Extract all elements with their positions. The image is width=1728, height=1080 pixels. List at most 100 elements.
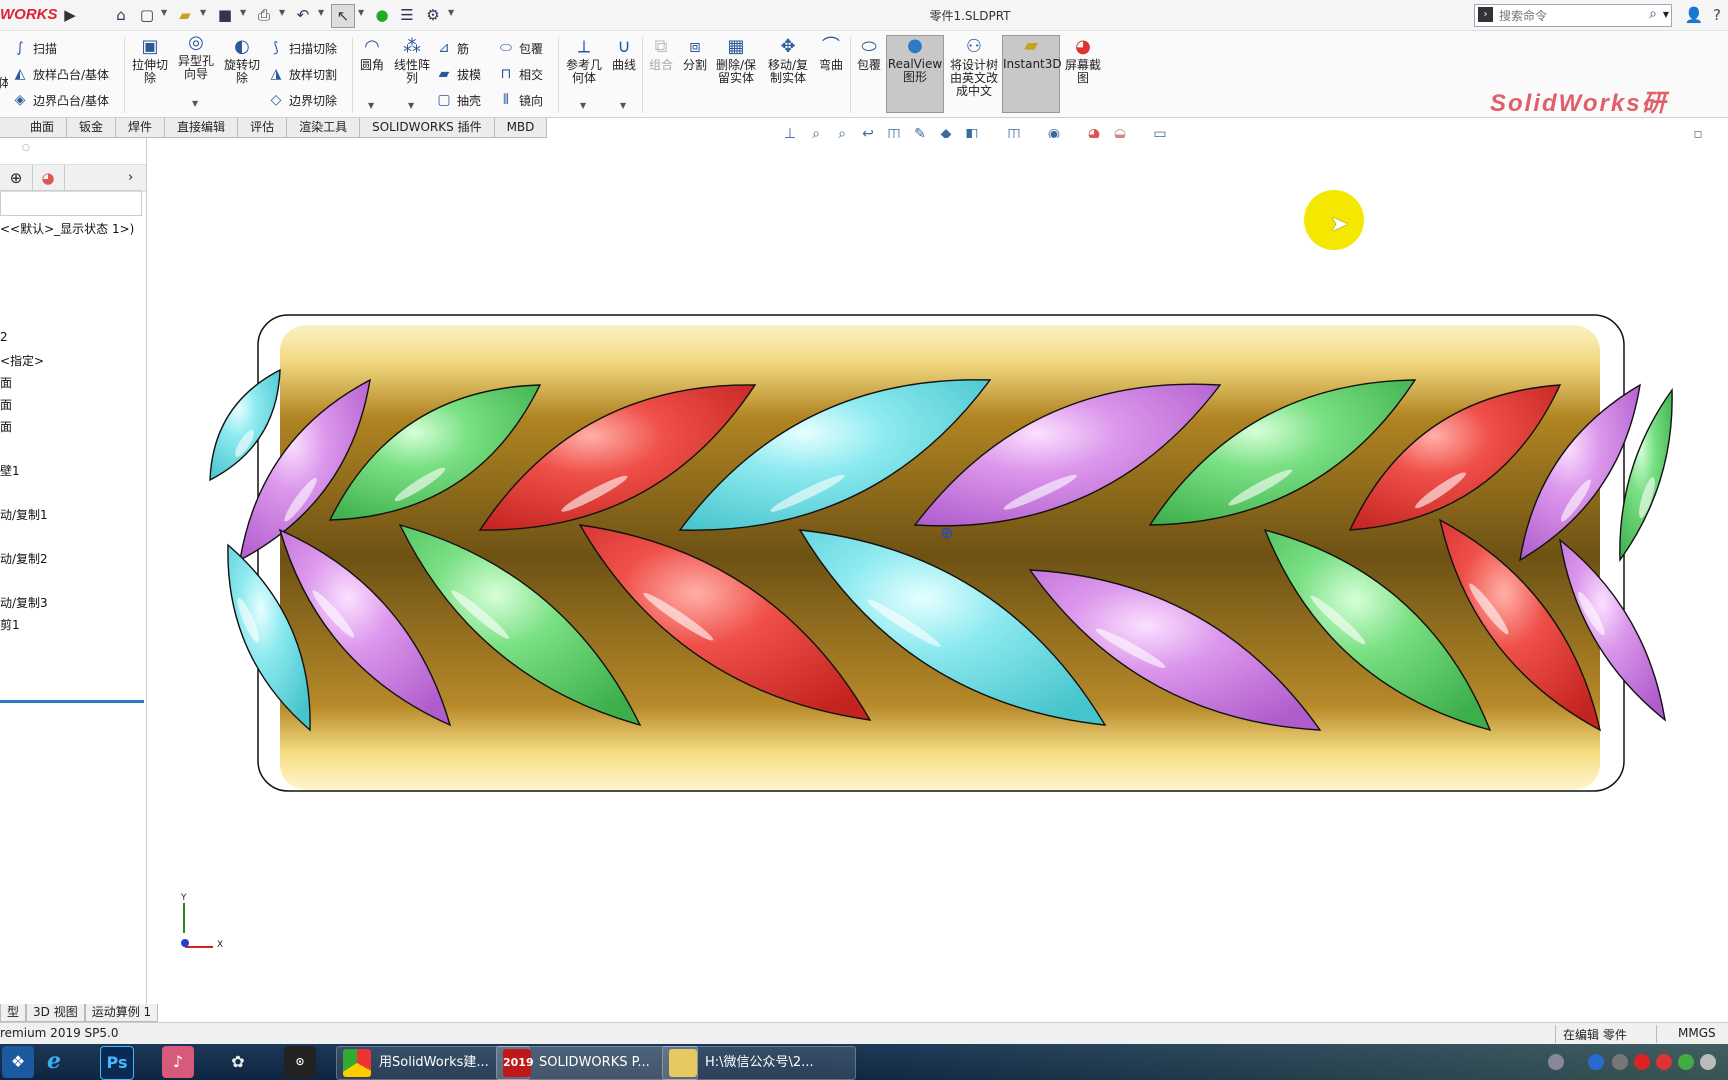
tree-item[interactable]: 壁1 bbox=[0, 462, 20, 479]
reference-geometry-button[interactable]: ⟂ 参考几 何体 bbox=[562, 37, 606, 85]
tree-item-display-state[interactable]: <<默认>_显示状态 1>) bbox=[0, 220, 134, 237]
chevron-down-icon[interactable]: ▼ bbox=[161, 8, 167, 17]
chevron-down-icon[interactable]: ▼ bbox=[279, 8, 285, 17]
search-input[interactable] bbox=[1497, 6, 1641, 25]
file-properties-icon[interactable]: ☰ bbox=[396, 4, 418, 26]
tree-item-plane[interactable]: 面 bbox=[0, 396, 12, 413]
options-gear-icon[interactable]: ⚙ bbox=[422, 4, 444, 26]
ev-recorder-icon[interactable]: ⊙ bbox=[284, 1046, 316, 1078]
combine-button[interactable]: ⧉ 组合 bbox=[644, 37, 678, 72]
chevron-down-icon[interactable]: ▼ bbox=[358, 8, 364, 17]
keyboard-tray-icon[interactable] bbox=[1548, 1054, 1564, 1070]
tree-item[interactable]: <指定> bbox=[0, 352, 44, 369]
help-icon[interactable]: ? bbox=[1706, 4, 1728, 26]
revolve-cut-button[interactable]: ◐ 旋转切 除 bbox=[220, 37, 264, 85]
search-icon[interactable]: ⌕ bbox=[1649, 6, 1657, 22]
dimxpert-crosshair-icon[interactable]: ⊕ bbox=[0, 165, 33, 191]
chevron-down-icon[interactable]: ▼ bbox=[318, 8, 324, 17]
chevron-down-icon[interactable]: ▼ bbox=[368, 101, 374, 110]
tab-sheet-metal[interactable]: 钣金 bbox=[67, 118, 117, 138]
hole-wizard-button[interactable]: ◎ 异型孔 向导 bbox=[174, 33, 218, 81]
rollback-bar[interactable] bbox=[0, 700, 144, 703]
volume-tray-icon[interactable] bbox=[1700, 1054, 1716, 1070]
sweep-button[interactable]: ∫ 扫描 bbox=[12, 37, 57, 59]
chevron-down-icon[interactable]: ▼ bbox=[240, 8, 246, 17]
tree-item[interactable]: 2 bbox=[0, 330, 8, 344]
tree-item-move-copy[interactable]: 动/复制1 bbox=[0, 506, 48, 523]
tab-3d-views[interactable]: 3D 视图 bbox=[26, 1004, 85, 1022]
chevron-down-icon[interactable]: ▼ bbox=[448, 8, 454, 17]
tree-item-plane[interactable]: 面 bbox=[0, 418, 12, 435]
intersect-button[interactable]: ⊓ 相交 bbox=[498, 63, 543, 85]
tree-item-move-copy[interactable]: 动/复制2 bbox=[0, 550, 48, 567]
home-icon[interactable]: ⌂ bbox=[110, 4, 132, 26]
tab-model[interactable]: 型 bbox=[0, 1004, 27, 1022]
loft-boss-button[interactable]: ◭ 放样凸台/基体 bbox=[12, 63, 109, 85]
screen-capture-button[interactable]: ◕ 屏幕截 图 bbox=[1060, 37, 1106, 85]
rib-button[interactable]: ⊿ 筋 bbox=[436, 37, 469, 59]
chevron-down-icon[interactable]: ▼ bbox=[200, 8, 206, 17]
fan-app-icon[interactable]: ✿ bbox=[222, 1046, 254, 1078]
swept-cut-button[interactable]: ⟆ 扫描切除 bbox=[268, 37, 337, 59]
rebuild-traffic-light-icon[interactable]: ● bbox=[371, 4, 393, 26]
tab-evaluate[interactable]: 评估 bbox=[238, 118, 288, 138]
tree-item[interactable]: 剪1 bbox=[0, 616, 20, 633]
tree-item-move-copy[interactable]: 动/复制3 bbox=[0, 594, 48, 611]
record-tray-icon[interactable] bbox=[1634, 1054, 1650, 1070]
save-icon[interactable]: ■ bbox=[214, 4, 236, 26]
braid-leaf-upper[interactable] bbox=[209, 368, 281, 482]
draft-button[interactable]: ▰ 拔模 bbox=[436, 63, 481, 85]
user-account-icon[interactable]: 👤 bbox=[1683, 4, 1705, 26]
linear-pattern-button[interactable]: ⁂ 线性阵 列 bbox=[392, 37, 432, 85]
chevron-down-icon[interactable]: ▼ bbox=[1663, 10, 1669, 19]
search-commands-box[interactable]: › ⌕ ▼ bbox=[1474, 4, 1672, 27]
chevron-right-icon[interactable]: › bbox=[128, 165, 133, 191]
tab-motion-study[interactable]: 运动算例 1 bbox=[84, 1004, 159, 1022]
photoshop-icon[interactable]: Ps bbox=[100, 1046, 134, 1080]
ie-browser-icon[interactable]: ℯ bbox=[38, 1046, 70, 1078]
wrap-button[interactable]: ⬭ 包覆 bbox=[498, 37, 543, 59]
media-app-icon[interactable]: ♪ bbox=[162, 1046, 194, 1078]
wrap-secondary-button[interactable]: ⬭ 包覆 bbox=[852, 37, 886, 72]
tab-mbd[interactable]: MBD bbox=[494, 118, 548, 138]
move-copy-body-button[interactable]: ✥ 移动/复 制实体 bbox=[764, 37, 812, 85]
lofted-cut-button[interactable]: ◮ 放样切割 bbox=[268, 63, 337, 85]
start-button[interactable]: ❖ bbox=[2, 1046, 34, 1078]
extrude-cut-button[interactable]: ▣ 拉伸切 除 bbox=[128, 37, 172, 85]
tray-app-icon[interactable] bbox=[1612, 1054, 1628, 1070]
chevron-down-icon[interactable]: ▼ bbox=[408, 101, 414, 110]
shell-button[interactable]: ▢ 抽壳 bbox=[436, 89, 481, 111]
tab-solidworks-addins[interactable]: SOLIDWORKS 插件 bbox=[360, 118, 495, 138]
realview-button[interactable]: ● RealView 图形 bbox=[886, 35, 944, 113]
tab-weldments[interactable]: 焊件 bbox=[116, 118, 166, 138]
tree-item-plane[interactable]: 面 bbox=[0, 374, 12, 391]
chevron-down-icon[interactable]: ▼ bbox=[620, 101, 626, 110]
network-tray-icon[interactable] bbox=[1678, 1054, 1694, 1070]
instant3d-button[interactable]: ▰ Instant3D bbox=[1002, 35, 1062, 113]
flex-button[interactable]: ⌒ 弯曲 bbox=[814, 37, 848, 72]
display-manager-icon[interactable]: ◕ bbox=[32, 165, 65, 191]
expand-menu-icon[interactable]: ▶ bbox=[59, 4, 81, 26]
mirror-button[interactable]: ⫴ 镜向 bbox=[498, 89, 543, 111]
boundary-boss-button[interactable]: ◈ 边界凸台/基体 bbox=[12, 89, 109, 111]
print-icon[interactable]: ⎙ bbox=[253, 4, 275, 26]
chevron-down-icon[interactable]: ▼ bbox=[580, 101, 586, 110]
undo-icon[interactable]: ↶ bbox=[292, 4, 314, 26]
tab-direct-editing[interactable]: 直接编辑 bbox=[165, 118, 239, 138]
unit-system[interactable]: MMGS bbox=[1678, 1026, 1716, 1040]
curves-button[interactable]: ∪ 曲线 bbox=[608, 37, 640, 72]
select-pointer-icon[interactable]: ↖ bbox=[331, 4, 355, 28]
tab-surfaces[interactable]: 曲面 bbox=[0, 118, 68, 138]
tray-app-icon[interactable] bbox=[1656, 1054, 1672, 1070]
translate-tree-button[interactable]: ⚇ 将设计树 由英文改 成中文 bbox=[946, 37, 1002, 98]
open-folder-icon[interactable]: ▰ bbox=[174, 4, 196, 26]
delete-keep-body-button[interactable]: ▦ 删除/保 留实体 bbox=[712, 37, 760, 85]
tab-render-tools[interactable]: 渲染工具 bbox=[287, 118, 361, 138]
fillet-button[interactable]: ◠ 圆角 bbox=[354, 37, 390, 72]
split-button[interactable]: ⧈ 分割 bbox=[678, 37, 712, 72]
chevron-down-icon[interactable]: ▼ bbox=[192, 99, 198, 108]
boundary-cut-button[interactable]: ◇ 边界切除 bbox=[268, 89, 337, 111]
new-document-icon[interactable]: ▢ bbox=[136, 4, 158, 26]
braided-ring-model[interactable] bbox=[147, 138, 1728, 1004]
tree-filter-input[interactable] bbox=[0, 190, 142, 216]
